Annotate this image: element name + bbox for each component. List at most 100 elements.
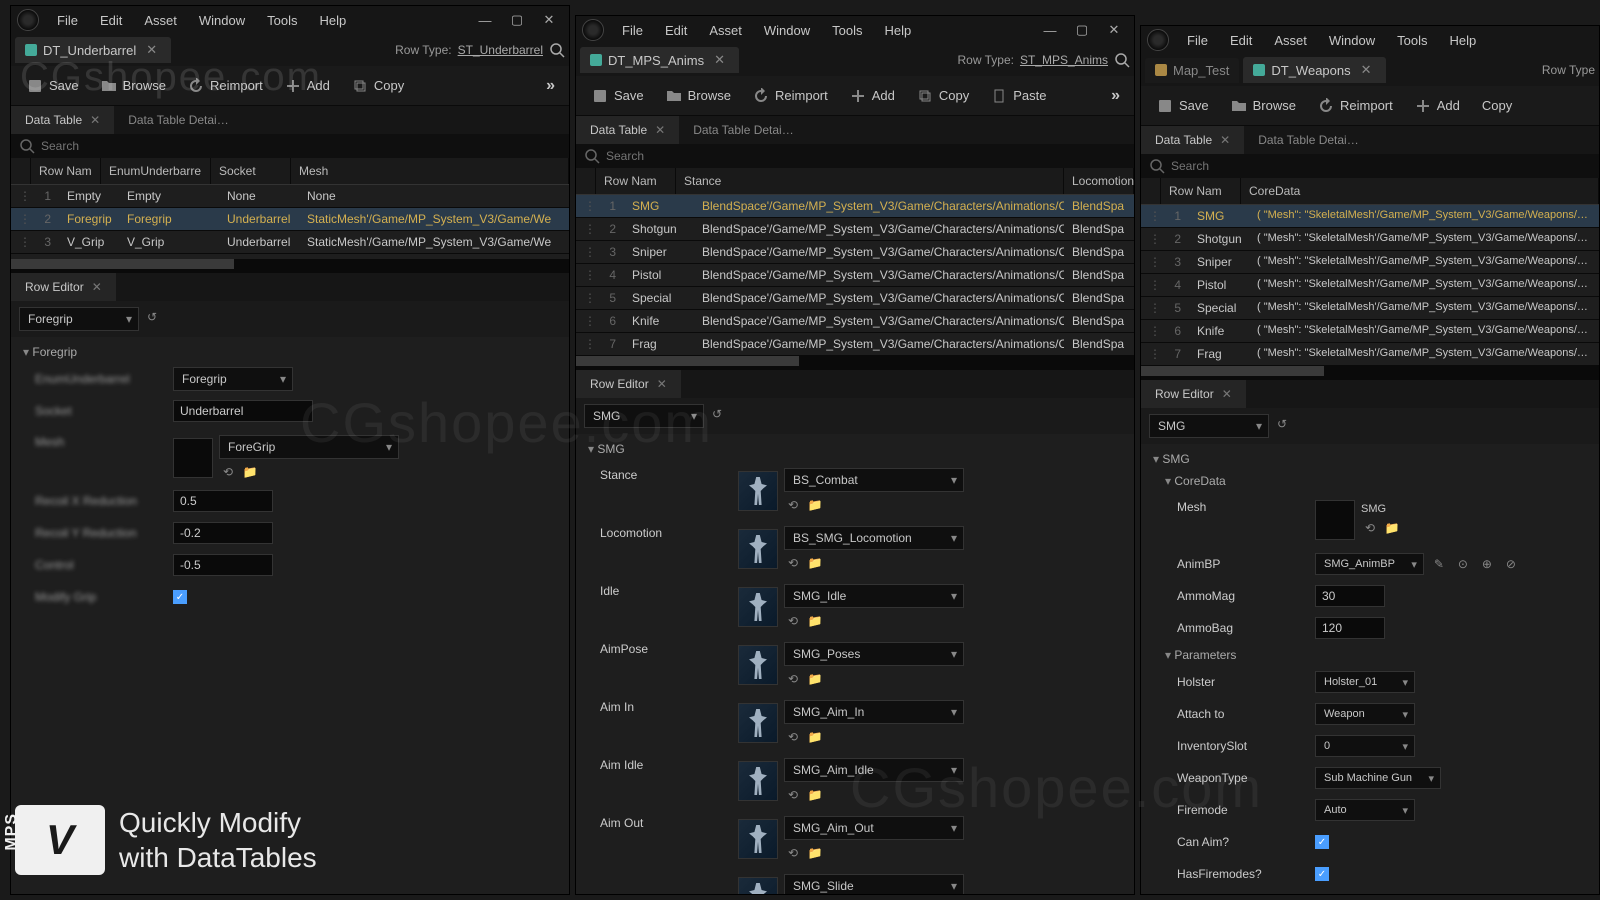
asset-tab-weapons[interactable]: DT_Weapons ✕ [1243,57,1385,83]
browse-icon[interactable]: ⊙ [1454,555,1472,573]
search-icon[interactable] [549,42,565,58]
browse-icon[interactable]: 📁 [1383,519,1401,537]
enum-dropdown[interactable]: Foregrip [173,367,293,391]
table-row[interactable]: ⋮⋮2 ForegripForegrip UnderbarrelStaticMe… [11,208,569,231]
use-icon[interactable]: ⟲ [784,844,802,862]
tab-datatable[interactable]: Data Table✕ [11,106,114,134]
row-type-link[interactable]: ST_MPS_Anims [1020,53,1108,67]
tab-details[interactable]: Data Table Detai… [114,106,243,134]
table-row[interactable]: ⋮⋮6KnifeBlendSpace'/Game/MP_System_V3/Ga… [576,310,1134,333]
use-icon[interactable]: ⟲ [784,612,802,630]
toolbar-overflow[interactable]: » [538,73,563,99]
use-icon[interactable]: ⟲ [219,463,237,481]
use-icon[interactable]: ⟲ [784,786,802,804]
table-row[interactable]: ⋮⋮6Knife( "Mesh": "SkeletalMesh'/Game/MP… [1141,320,1599,343]
mesh-thumbnail[interactable] [173,438,213,478]
browse-icon[interactable]: 📁 [806,786,824,804]
menu-edit[interactable]: Edit [1220,29,1262,52]
tab-close-icon[interactable]: ✕ [142,42,161,58]
table-row[interactable]: ⋮⋮4PistolBlendSpace'/Game/MP_System_V3/G… [576,264,1134,287]
holster-dropdown[interactable]: Holster_01 [1315,671,1415,693]
toolbar-overflow[interactable]: » [1103,83,1128,109]
menu-tools[interactable]: Tools [822,19,872,42]
property-group[interactable]: SMG [1141,448,1599,470]
close-icon[interactable]: ✕ [92,280,102,294]
socket-input[interactable] [173,400,313,422]
browse-button[interactable]: Browse [1221,92,1306,120]
close-icon[interactable]: ✕ [1222,387,1232,401]
menu-edit[interactable]: Edit [655,19,697,42]
menu-file[interactable]: File [47,9,88,32]
table-row[interactable]: ⋮⋮7FragBlendSpace'/Game/MP_System_V3/Gam… [576,333,1134,356]
modify-grip-checkbox[interactable] [173,590,187,604]
search-input[interactable] [606,149,1126,163]
property-group[interactable]: Parameters [1141,644,1599,666]
reset-icon[interactable]: ↺ [1277,417,1295,435]
inventory-dropdown[interactable]: 0 [1315,735,1415,757]
table-row[interactable]: ⋮⋮5Special( "Mesh": "SkeletalMesh'/Game/… [1141,297,1599,320]
save-button[interactable]: Save [1147,92,1219,120]
menu-edit[interactable]: Edit [90,9,132,32]
table-row[interactable]: ⋮⋮4Pistol( "Mesh": "SkeletalMesh'/Game/M… [1141,274,1599,297]
table-row[interactable]: ⋮⋮1SMG( "Mesh": "SkeletalMesh'/Game/MP_S… [1141,205,1599,228]
tab-roweditor[interactable]: Row Editor✕ [11,273,116,301]
reset-icon[interactable]: ↺ [147,310,165,328]
copy-button[interactable]: Copy [907,82,979,110]
anim-dropdown[interactable]: SMG_Aim_In [784,700,964,724]
tab-datatable[interactable]: Data Table✕ [1141,126,1244,154]
paste-button[interactable]: Paste [981,82,1056,110]
anim-thumbnail[interactable] [738,645,778,685]
ammobag-input[interactable] [1315,617,1385,639]
browse-icon[interactable]: 📁 [806,612,824,630]
menu-asset[interactable]: Asset [1264,29,1317,52]
table-row[interactable]: ⋮⋮1SMGBlendSpace'/Game/MP_System_V3/Game… [576,195,1134,218]
asset-tab-map[interactable]: Map_Test [1145,58,1239,83]
maximize-button[interactable]: ▢ [503,10,531,30]
browse-button[interactable]: Browse [656,82,741,110]
close-button[interactable]: ✕ [1100,20,1128,40]
table-row[interactable]: ⋮⋮3SniperBlendSpace'/Game/MP_System_V3/G… [576,241,1134,264]
reimport-button[interactable]: Reimport [743,82,838,110]
menu-window[interactable]: Window [189,9,255,32]
save-button[interactable]: Save [582,82,654,110]
anim-thumbnail[interactable] [738,587,778,627]
row-selector[interactable]: SMG [1149,414,1269,438]
browse-icon[interactable]: 📁 [241,463,259,481]
browse-icon[interactable]: 📁 [806,554,824,572]
menu-file[interactable]: File [612,19,653,42]
control-input[interactable] [173,554,273,576]
close-icon[interactable]: ✕ [90,113,100,127]
anim-thumbnail[interactable] [738,471,778,511]
add-button[interactable]: Add [840,82,905,110]
weapontype-dropdown[interactable]: Sub Machine Gun [1315,767,1441,789]
anim-thumbnail[interactable] [738,877,778,894]
tab-datatable[interactable]: Data Table✕ [576,116,679,144]
add-button[interactable]: Add [275,72,340,100]
tab-details[interactable]: Data Table Detai… [679,116,808,144]
anim-dropdown[interactable]: SMG_Aim_Idle [784,758,964,782]
anim-dropdown[interactable]: SMG_Slide [784,874,964,894]
asset-tab[interactable]: DT_Underbarrel ✕ [15,37,171,63]
copy-button[interactable]: Copy [1472,92,1522,119]
clear-icon[interactable]: ⊘ [1502,555,1520,573]
menu-help[interactable]: Help [309,9,356,32]
menu-asset[interactable]: Asset [134,9,187,32]
anim-dropdown[interactable]: BS_Combat [784,468,964,492]
use-icon[interactable]: ⟲ [784,728,802,746]
recoil-x-input[interactable] [173,490,273,512]
row-type-link[interactable]: ST_Underbarrel [458,43,543,57]
menu-asset[interactable]: Asset [699,19,752,42]
property-group[interactable]: CoreData [1141,470,1599,492]
row-selector[interactable]: SMG [584,404,704,428]
anim-thumbnail[interactable] [738,761,778,801]
browse-icon[interactable]: 📁 [806,670,824,688]
menu-help[interactable]: Help [1439,29,1486,52]
browse-button[interactable]: Browse [91,72,176,100]
reimport-button[interactable]: Reimport [178,72,273,100]
menu-help[interactable]: Help [874,19,921,42]
edit-icon[interactable]: ✎ [1430,555,1448,573]
anim-dropdown[interactable]: SMG_Poses [784,642,964,666]
minimize-button[interactable]: — [471,10,499,30]
mesh-thumbnail[interactable] [1315,500,1355,540]
tab-close-icon[interactable]: ✕ [710,52,729,68]
